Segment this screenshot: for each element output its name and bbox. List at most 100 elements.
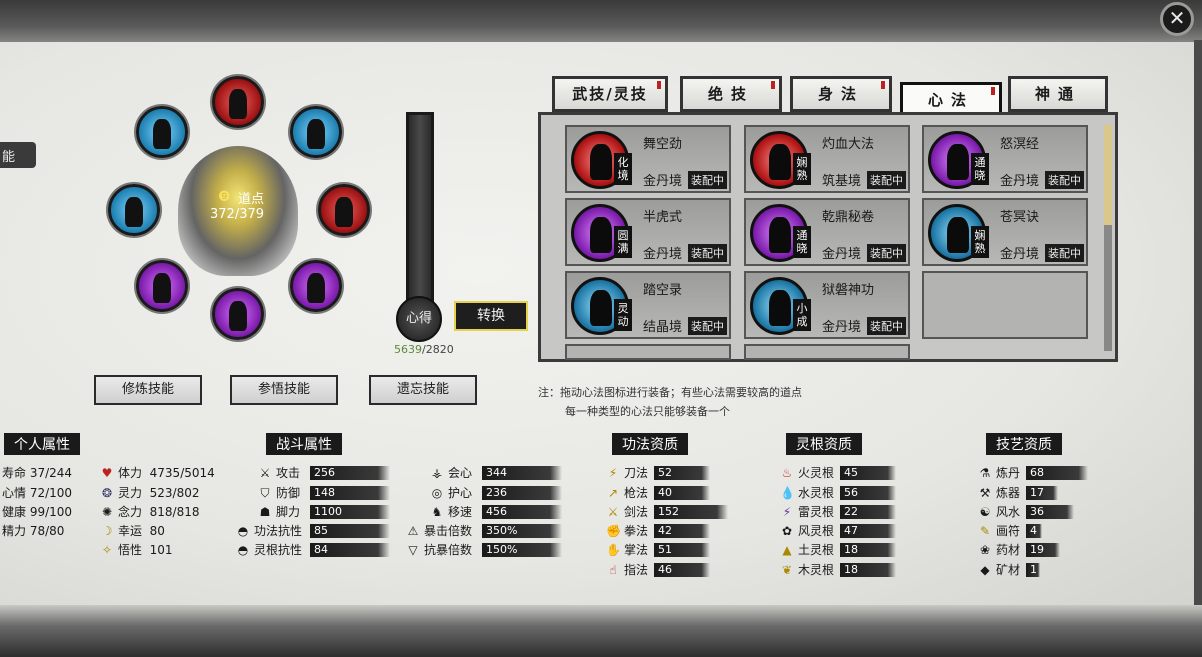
fist-value: 42 (654, 524, 710, 538)
xinde-knob: 心得 (396, 296, 442, 342)
skill-slot-top-right[interactable] (290, 106, 342, 158)
personal-stat-row: ☽ 幸运 80 (101, 524, 165, 538)
foot-value: 1100 (310, 505, 390, 519)
craft-aptitude-title: 技艺资质 (986, 433, 1062, 455)
crit-value: 344 (482, 466, 562, 480)
method-card[interactable]: 圆满 半虎式 金丹境 装配中 (565, 198, 731, 266)
wind-root-icon: ✿ (781, 524, 793, 538)
hint-line-2: 每一种类型的心法只能够装备一个 (565, 405, 730, 418)
skill-slot-bottom-left[interactable] (136, 260, 188, 312)
crit-resist-value: 150% (482, 543, 562, 557)
method-card[interactable]: 通晓 乾鼎秘卷 金丹境 装配中 (744, 198, 910, 266)
method-resist-value: 85 (310, 524, 390, 538)
skill-slot-bottom-right[interactable] (290, 260, 342, 312)
close-icon: ✕ (1168, 6, 1186, 30)
window-frame-right (1194, 40, 1202, 620)
aptitude-row: 💧 水灵根 (780, 486, 835, 500)
equipped-badge: 装配中 (688, 171, 727, 189)
method-name: 半虎式 (643, 210, 683, 225)
tab-martial-skill[interactable]: 武技/灵技 (552, 76, 668, 112)
forging-value: 17 (1026, 486, 1058, 500)
skill-slot-top[interactable] (212, 76, 264, 128)
combat-stat-row: ☗ 脚力 (259, 505, 301, 519)
tab-badge (991, 87, 995, 95)
tab-badge (771, 81, 775, 89)
tab-ultimate[interactable]: 绝技 (680, 76, 782, 112)
realm-badge: 通晓 (793, 226, 811, 258)
ore-value: 1 (1026, 563, 1040, 577)
skill-slot-top-left[interactable] (136, 106, 188, 158)
side-tab[interactable]: 能 (0, 142, 36, 168)
skill-slot-bottom[interactable] (212, 288, 264, 340)
method-card[interactable]: 化境 舞空劲 金丹境 装配中 (565, 125, 731, 193)
crit-icon: ⚶ (431, 466, 443, 480)
spirit-icon: ❂ (101, 486, 113, 500)
attack-value: 256 (310, 466, 390, 480)
combat-stat-row: ♞ 移速 (431, 505, 473, 519)
combat-stat-row: ⚠ 暴击倍数 (407, 524, 473, 538)
combat-stat-row: ⛉ 防御 (258, 484, 300, 502)
tab-divine-power[interactable]: 神通 (1008, 76, 1108, 112)
talisman-icon: ✎ (979, 524, 991, 538)
aptitude-row: ⚡ 刀法 (606, 464, 648, 482)
aptitude-row: ❀ 药材 (979, 543, 1021, 557)
defense-icon: ⛉ (260, 486, 270, 500)
foot-icon: ☗ (259, 505, 271, 519)
skill-slot-left[interactable] (108, 184, 160, 236)
aptitude-row: ↗ 枪法 (607, 486, 649, 500)
earth-root-icon: ▲ (782, 543, 792, 557)
martial-aptitude-title: 功法资质 (612, 433, 688, 455)
method-name: 狱磐神功 (822, 283, 875, 298)
equipped-badge: 装配中 (867, 317, 906, 335)
tab-badge (881, 81, 885, 89)
method-card[interactable]: 娴熟 灼血大法 筑基境 装配中 (744, 125, 910, 193)
method-card[interactable]: 通晓 怒溟经 金丹境 装配中 (922, 125, 1088, 193)
thunder-root-value: 22 (840, 505, 896, 519)
earth-root-value: 18 (840, 543, 896, 557)
attack-icon: ⚔ (259, 466, 271, 480)
method-card[interactable]: 灵动 踏空录 结晶境 装配中 (565, 271, 731, 339)
blade-icon: ⚡ (608, 466, 618, 480)
wind-root-value: 47 (840, 524, 896, 538)
combat-stat-row: ⚶ 会心 (431, 466, 473, 480)
realm-badge: 娴熟 (793, 153, 811, 185)
personal-stat-row: ❂ 灵力 523/802 (101, 486, 200, 500)
method-name: 怒溟经 (1000, 137, 1040, 152)
sword-value: 152 (654, 505, 728, 519)
personal-stat-row: ✺ 念力 818/818 (101, 505, 200, 519)
ore-icon: ◆ (980, 563, 990, 577)
root-resist-icon: ◓ (237, 543, 249, 557)
alchemy-value: 68 (1026, 466, 1088, 480)
empty-method-slot[interactable] (744, 344, 910, 360)
method-resist-icon: ◓ (237, 524, 249, 538)
skill-slot-right[interactable] (318, 184, 370, 236)
tab-badge (657, 81, 661, 89)
realm-badge: 化境 (614, 153, 632, 185)
aptitude-row: ▲ 土灵根 (780, 541, 834, 559)
realm-badge: 通晓 (971, 153, 989, 185)
train-skill-button[interactable]: 修炼技能 (94, 375, 202, 405)
speed-value: 456 (482, 505, 562, 519)
guard-icon: ◎ (431, 486, 443, 500)
forget-skill-button[interactable]: 遗忘技能 (369, 375, 477, 405)
crit-multiplier-icon: ⚠ (407, 524, 419, 538)
empty-method-slot[interactable] (922, 271, 1088, 339)
aptitude-row: ✊ 拳法 (606, 524, 649, 538)
xinde-current: 5639 (394, 343, 422, 356)
grid-scroll-thumb[interactable] (1104, 125, 1112, 225)
method-card[interactable]: 娴熟 苍冥诀 金丹境 装配中 (922, 198, 1088, 266)
method-grade: 金丹境 (1000, 174, 1040, 189)
herb-icon: ❀ (979, 543, 991, 557)
tab-movement[interactable]: 身法 (790, 76, 892, 112)
empty-method-slot[interactable] (565, 344, 731, 360)
water-root-value: 56 (840, 486, 896, 500)
window-frame-bottom (0, 605, 1202, 657)
equipped-badge: 装配中 (688, 317, 727, 335)
method-name: 舞空劲 (643, 137, 683, 152)
close-button[interactable]: ✕ (1160, 2, 1194, 36)
convert-button[interactable]: 转换 (454, 301, 528, 331)
comprehend-skill-button[interactable]: 参悟技能 (230, 375, 338, 405)
method-card[interactable]: 小成 狱磐神功 金丹境 装配中 (744, 271, 910, 339)
aptitude-row: ✋ 掌法 (606, 543, 649, 557)
spear-icon: ↗ (607, 486, 619, 500)
